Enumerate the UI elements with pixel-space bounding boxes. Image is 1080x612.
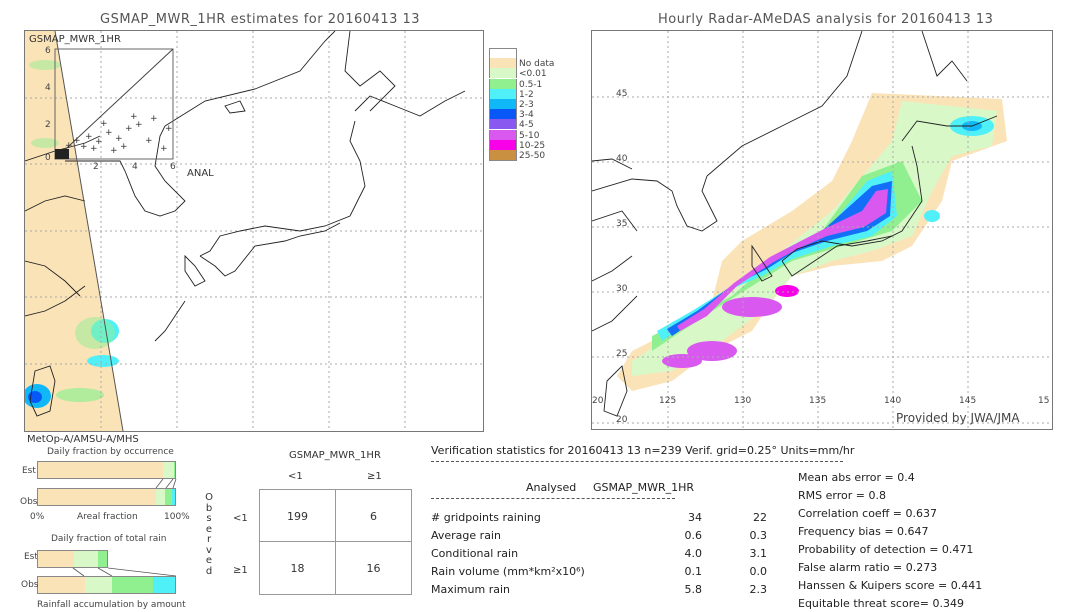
lon-tick: 140: [884, 396, 902, 406]
header-divider: [431, 461, 843, 462]
color-legend: No data <0.01 0.5-1 1-2 2-3 3-4 4-5 5-10 10-25 25…: [489, 48, 559, 161]
contingency-table: 199 6 18 16: [259, 489, 412, 595]
legend-label: 25-50: [519, 151, 546, 161]
legend-swatch: [489, 58, 517, 69]
col-header: ≥1: [367, 471, 382, 482]
legend-label: 5-10: [519, 130, 540, 141]
stat-model: 2.3: [749, 583, 768, 596]
legend-swatch: [489, 150, 517, 161]
right-map: 45 40 35 30 25 20 20 125 130 135 140 145…: [591, 30, 1053, 430]
side-label-char: O: [205, 492, 213, 503]
stat-analysed: 5.8: [684, 583, 703, 596]
stat-label: Maximum rain: [431, 583, 510, 596]
data-credit: Provided by JWA/JMA: [896, 411, 1020, 425]
observed-side-label: Observed: [204, 492, 214, 577]
stat-analysed: 34: [688, 511, 702, 524]
lat-tick: 40: [616, 154, 628, 164]
row-header: ≥1: [233, 565, 248, 576]
side-label-char: s: [206, 513, 212, 524]
lon-tick: 15: [1038, 396, 1050, 406]
lon-tick: 145: [959, 396, 977, 406]
col-model: GSMAP_MWR_1HR: [593, 481, 695, 494]
subheader-divider: [431, 498, 675, 499]
legend-swatch: [489, 139, 517, 150]
col-header: <1: [288, 471, 303, 482]
row-header: <1: [233, 513, 248, 524]
col-analysed: Analysed: [526, 481, 577, 494]
right-map-title: Hourly Radar-AMeDAS analysis for 2016041…: [658, 12, 994, 27]
score-item: RMS error = 0.8: [798, 489, 886, 502]
score-item: Equitable threat score= 0.349: [798, 597, 964, 610]
stat-analysed: 0.6: [684, 529, 703, 542]
legend-swatch: [489, 88, 517, 99]
stat-label: Average rain: [431, 529, 501, 542]
lat-tick: 30: [616, 284, 628, 294]
stat-model: 0.3: [749, 529, 768, 542]
cell-false-alarm: 6: [370, 510, 377, 523]
legend-label: 2-3: [519, 100, 534, 110]
legend-label: 10-25: [519, 140, 546, 151]
lat-tick: 45: [616, 89, 628, 99]
side-label-char: r: [206, 534, 212, 545]
contingency-title: GSMAP_MWR_1HR: [289, 450, 381, 461]
side-label-char: e: [205, 555, 213, 566]
legend-label: 0.5-1: [519, 79, 543, 90]
legend-label: <0.01: [519, 69, 547, 80]
lon-tick: 20: [592, 396, 604, 406]
fraction-connectors: [72, 478, 177, 577]
legend-swatch: [489, 78, 517, 89]
score-item: Frequency bias = 0.647: [798, 525, 929, 538]
score-item: Hanssen & Kuipers score = 0.441: [798, 579, 983, 592]
stat-analysed: 4.0: [684, 547, 703, 560]
score-item: Correlation coeff = 0.637: [798, 507, 937, 520]
cell-hit: 16: [366, 562, 381, 575]
legend-swatch: [489, 129, 517, 140]
score-item: False alarm ratio = 0.273: [798, 561, 938, 574]
stat-label: # gridpoints raining: [431, 511, 541, 524]
legend-swatch: [489, 68, 517, 79]
legend-swatch: [489, 99, 517, 109]
stat-label: Conditional rain: [431, 547, 519, 560]
stat-label: Rain volume (mm*km²x10⁶): [431, 565, 585, 578]
lat-tick: 35: [616, 219, 628, 229]
lon-tick: 125: [659, 396, 677, 406]
legend-swatch: [489, 119, 517, 130]
right-map-canvas: [592, 31, 1052, 429]
stat-model: 22: [753, 511, 767, 524]
cell-miss: 18: [290, 562, 305, 575]
score-item: Mean abs error = 0.4: [798, 471, 915, 484]
verification-header: Verification statistics for 20160413 13 …: [431, 444, 855, 457]
cell-hits-none: 199: [287, 510, 308, 523]
legend-label: No data: [519, 59, 555, 70]
rain-field: [617, 93, 1007, 391]
lon-tick: 130: [734, 396, 752, 406]
legend-label: 4-5: [519, 120, 534, 131]
side-label-char: d: [205, 565, 213, 577]
lat-tick: 25: [616, 349, 628, 359]
stat-analysed: 0.1: [684, 565, 703, 578]
stat-model: 0.0: [749, 565, 768, 578]
stat-model: 3.1: [749, 547, 768, 560]
legend-swatch: [489, 109, 517, 120]
score-item: Probability of detection = 0.471: [798, 543, 974, 556]
legend-label: 3-4: [519, 110, 534, 121]
legend-label: 1-2: [519, 89, 534, 100]
lat-tick: 20: [616, 415, 628, 425]
lon-tick: 135: [809, 396, 827, 406]
